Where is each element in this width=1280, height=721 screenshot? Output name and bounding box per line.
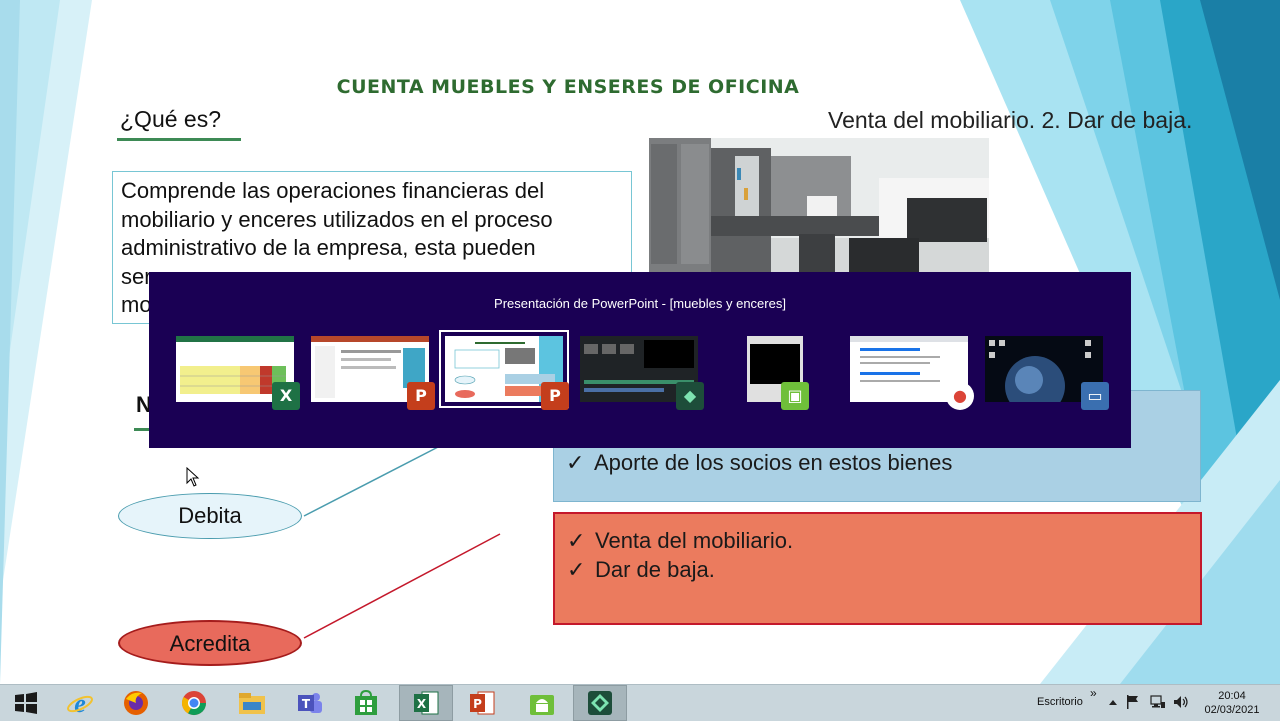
network-icon[interactable] [1150,694,1166,710]
store-icon [355,689,377,715]
filmora-icon: ◆ [676,382,704,410]
window-thumbnail-powerpoint-1[interactable]: P [311,336,435,410]
window-thumbnail-powerpoint-2-selected[interactable]: P [439,330,569,410]
debit-connector [303,445,441,517]
taskbar-teams[interactable]: T [284,686,336,720]
taskbar-android-emulator[interactable] [516,686,568,720]
excel-icon: X [414,691,439,715]
credit-connector [303,533,501,639]
svg-text:P: P [473,697,482,711]
volume-icon[interactable] [1173,694,1189,710]
taskbar-powerpoint[interactable]: P [456,686,508,720]
system-clock[interactable]: 20:04 02/03/2021 [1200,689,1264,717]
powerpoint-icon: P [541,382,569,410]
desktop-toolbar-label[interactable]: Escritorio [1037,696,1083,708]
windows-start-icon [15,692,37,714]
taskbar-internet-explorer[interactable]: e [54,686,106,720]
taskbar-chrome[interactable] [168,686,220,720]
excel-icon: X [272,382,300,410]
slide: CUENTA MUEBLES Y ENSERES DE OFICINA ¿Qué… [0,0,1280,684]
teams-icon: T [298,693,322,713]
window-thumbnail-excel[interactable]: X [176,336,300,410]
android-emulator-icon [530,695,554,715]
powerpoint-icon: P [470,691,495,715]
chrome-icon [181,691,206,716]
mouse-cursor-icon [186,467,200,487]
taskbar-store[interactable] [340,686,392,720]
start-button[interactable] [0,686,52,720]
clock-time: 20:04 [1218,690,1246,702]
firefox-icon [124,691,148,715]
window-thumbnail-android-emulator[interactable]: ▣ [747,336,809,410]
toolbar-chevron-icon[interactable]: » [1090,686,1097,700]
taskbar-excel[interactable]: X [399,685,453,721]
window-thumbnail-chrome[interactable]: ● [850,336,974,410]
file-explorer-icon [239,693,265,714]
android-emulator-icon: ▣ [781,382,809,410]
internet-explorer-icon: e [67,689,93,717]
svg-text:T: T [302,697,311,711]
show-hidden-icons-icon[interactable] [1108,698,1118,706]
svg-text:X: X [417,697,427,711]
desktop-icon: ▭ [1081,382,1109,410]
action-center-flag-icon[interactable] [1126,694,1140,710]
credit-ellipse: Acredita [118,620,302,666]
taskbar-filmora[interactable] [573,685,627,721]
taskbar-firefox[interactable] [110,686,162,720]
window-thumbnail-filmora[interactable]: ◆ [580,336,704,410]
powerpoint-icon: P [407,382,435,410]
svg-text:e: e [74,689,86,717]
taskbar: e T X P Escritorio » 20:04 02/03/2021 [0,684,1280,721]
taskbar-file-explorer[interactable] [226,686,278,720]
alt-tab-switcher: Presentación de PowerPoint - [muebles y … [149,272,1131,448]
chrome-icon: ● [946,382,974,410]
switcher-title: Presentación de PowerPoint - [muebles y … [494,296,786,311]
debit-ellipse: Debita [118,493,302,539]
clock-date: 02/03/2021 [1204,704,1260,716]
filmora-icon [588,691,612,715]
window-thumbnail-desktop[interactable]: ▭ [985,336,1109,416]
